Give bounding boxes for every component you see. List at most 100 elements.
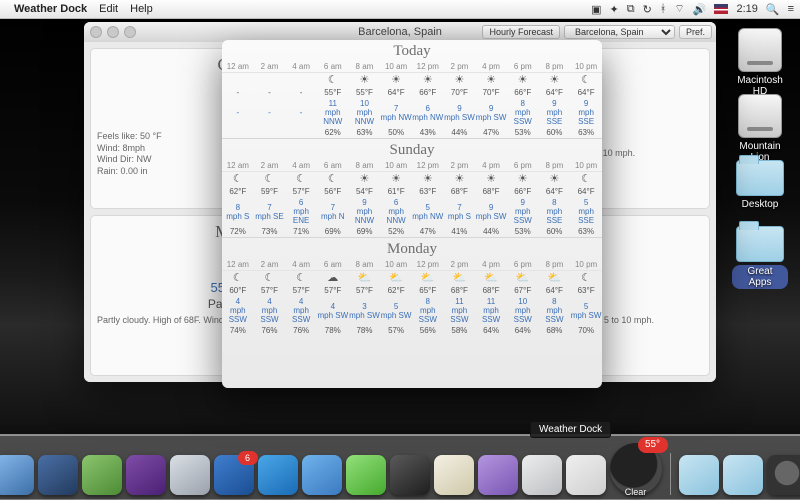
desktop-label: Great Apps bbox=[732, 265, 788, 289]
hourly-cell: 64% bbox=[507, 325, 539, 336]
app-menu[interactable]: Weather Dock bbox=[14, 3, 87, 15]
hourly-cell: ⛅ bbox=[412, 271, 444, 286]
hourly-cell: 4mph SSW bbox=[285, 296, 317, 325]
hourly-cell: ☾ bbox=[317, 73, 349, 88]
hour-header: 8 pm bbox=[539, 61, 571, 73]
hour-header: 8 am bbox=[349, 259, 381, 271]
hour-header: 4 am bbox=[285, 61, 317, 73]
hourly-cell bbox=[285, 73, 317, 88]
hourly-cell: 64°F bbox=[570, 186, 602, 197]
hourly-cell: 58% bbox=[444, 325, 476, 336]
menu-edit[interactable]: Edit bbox=[99, 3, 118, 15]
hourly-cell: - bbox=[254, 87, 286, 98]
hour-header: 2 pm bbox=[444, 160, 476, 172]
hourly-day-monday: Monday12 am2 am4 am6 am8 am10 am12 pm2 p… bbox=[222, 237, 602, 336]
desktop-macintosh-hd[interactable]: Macintosh HD bbox=[732, 28, 788, 97]
hourly-cell: 8mph SSW bbox=[539, 296, 571, 325]
hourly-cell: 64°F bbox=[539, 285, 571, 296]
hourly-cell: 64°F bbox=[380, 87, 412, 98]
wifi-icon[interactable]: ⌔ bbox=[674, 2, 684, 16]
dock-safari[interactable] bbox=[170, 455, 210, 495]
hourly-cell: 57°F bbox=[349, 285, 381, 296]
hour-header: 2 am bbox=[254, 259, 286, 271]
hourly-cell: 61°F bbox=[380, 186, 412, 197]
hour-header: 10 pm bbox=[570, 160, 602, 172]
dock-itunes[interactable] bbox=[258, 455, 298, 495]
input-flag-icon[interactable] bbox=[714, 4, 728, 14]
hourly-cell: 69% bbox=[349, 226, 381, 237]
hourly-cell: 57°F bbox=[285, 285, 317, 296]
hourly-cell: 4mph SSW bbox=[254, 296, 286, 325]
hourly-forecast-button[interactable]: Hourly Forecast bbox=[482, 25, 560, 39]
hourly-cell: 69% bbox=[317, 226, 349, 237]
hourly-cell: 57°F bbox=[317, 285, 349, 296]
hourly-cell: ☀ bbox=[475, 73, 507, 88]
hourly-cell: 64°F bbox=[570, 87, 602, 98]
dropbox-menu-icon[interactable]: ⧉ bbox=[627, 3, 635, 16]
notification-icon[interactable]: ≡ bbox=[788, 3, 794, 15]
hourly-cell: 64°F bbox=[539, 186, 571, 197]
hourly-cell: 54°F bbox=[349, 186, 381, 197]
dock-app-store[interactable]: 6 bbox=[214, 455, 254, 495]
hourly-day-header: Today bbox=[222, 40, 602, 61]
dock-system-preferences[interactable] bbox=[566, 455, 606, 495]
dock-separator bbox=[670, 453, 671, 495]
hourly-cell bbox=[222, 127, 254, 138]
hour-header: 8 pm bbox=[539, 160, 571, 172]
airplay-icon[interactable]: ▣ bbox=[591, 3, 601, 16]
hour-header: 4 pm bbox=[475, 160, 507, 172]
dock-iphoto[interactable] bbox=[478, 455, 518, 495]
hourly-cell: 62°F bbox=[380, 285, 412, 296]
dock-downloads[interactable] bbox=[679, 455, 719, 495]
hourly-cell: ⛅ bbox=[349, 271, 381, 286]
hourly-cell: ☀ bbox=[444, 172, 476, 187]
hourly-day-sunday: Sunday12 am2 am4 am6 am8 am10 am12 pm2 p… bbox=[222, 138, 602, 237]
hourly-cell: 65°F bbox=[412, 285, 444, 296]
timemachine-icon[interactable]: ↻ bbox=[643, 3, 652, 16]
folder-icon bbox=[736, 226, 784, 262]
dock-documents[interactable] bbox=[723, 455, 763, 495]
badge: 6 bbox=[238, 451, 258, 465]
dock-mission-control[interactable] bbox=[82, 455, 122, 495]
dock-launchpad[interactable] bbox=[38, 455, 78, 495]
dock-evernote[interactable] bbox=[126, 455, 166, 495]
hour-header: 2 pm bbox=[444, 259, 476, 271]
hourly-cell: ☀ bbox=[380, 73, 412, 88]
city-select[interactable]: Barcelona, Spain bbox=[564, 25, 675, 39]
hour-header: 10 am bbox=[380, 259, 412, 271]
hourly-cell: 9mph NNW bbox=[349, 197, 381, 226]
hourly-cell: ☀ bbox=[475, 172, 507, 187]
hourly-cell: ☾ bbox=[222, 172, 254, 187]
desktop-great-apps[interactable]: Great Apps bbox=[732, 226, 788, 289]
hourly-cell: 60% bbox=[539, 127, 571, 138]
dock-ical[interactable] bbox=[434, 455, 474, 495]
dock-preview[interactable] bbox=[522, 455, 562, 495]
dock-photo-booth[interactable] bbox=[390, 455, 430, 495]
pref-button[interactable]: Pref. bbox=[679, 25, 712, 39]
bluetooth-icon[interactable]: ᚼ bbox=[660, 3, 667, 15]
spotlight-icon[interactable]: 🔍 bbox=[766, 3, 780, 16]
desktop-desktop[interactable]: Desktop bbox=[732, 160, 788, 210]
volume-icon[interactable]: 🔊 bbox=[693, 3, 707, 16]
hourly-cell: 47% bbox=[475, 127, 507, 138]
clock[interactable]: 2:19 bbox=[736, 3, 757, 15]
hour-header: 6 am bbox=[317, 259, 349, 271]
dock-facetime[interactable] bbox=[346, 455, 386, 495]
hourly-cell: 7mph NW bbox=[380, 98, 412, 127]
desktop-mountain-lion[interactable]: Mountain Lion bbox=[732, 94, 788, 163]
hourly-cell: 59°F bbox=[254, 186, 286, 197]
evernote-menu-icon[interactable]: ✦ bbox=[610, 3, 619, 16]
hourly-cell: 52% bbox=[380, 226, 412, 237]
hourly-cell: 5mph SSE bbox=[570, 197, 602, 226]
dock-messages[interactable] bbox=[302, 455, 342, 495]
hourly-cell: - bbox=[254, 98, 286, 127]
hour-header: 10 am bbox=[380, 160, 412, 172]
dock-trash[interactable] bbox=[767, 455, 800, 495]
dock-finder[interactable] bbox=[0, 455, 34, 495]
traffic-lights[interactable] bbox=[90, 26, 136, 38]
dock-weather-dock[interactable]: 55°Clear bbox=[610, 443, 662, 495]
hourly-cell: ☾ bbox=[254, 271, 286, 286]
hourly-cell: 63% bbox=[570, 127, 602, 138]
hour-header: 6 am bbox=[317, 61, 349, 73]
menu-help[interactable]: Help bbox=[130, 3, 153, 15]
